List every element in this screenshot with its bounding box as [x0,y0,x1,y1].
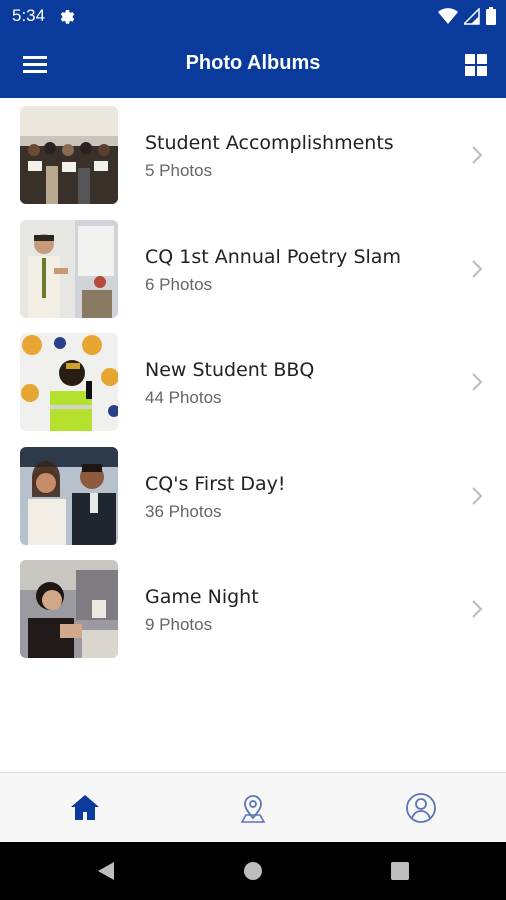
album-title: New Student BBQ [145,359,315,381]
signal-icon [464,7,480,25]
album-row-new-student-bbq[interactable]: New Student BBQ 44 Photos [0,325,506,439]
album-title: Game Night [145,586,259,608]
album-row-cq-first-day[interactable]: CQ's First Day! 36 Photos [0,439,506,553]
home-button-icon[interactable] [243,861,263,881]
album-row-game-night[interactable]: Game Night 9 Photos [0,552,506,666]
app-bar: Photo Albums [0,32,506,98]
album-photo-count: 5 Photos [145,161,213,180]
album-photo-count: 6 Photos [145,274,213,294]
settings-icon [60,9,75,24]
album-thumbnail [20,560,118,658]
album-row-poetry-slam[interactable]: CQ 1st Annual Poetry Slam 6 Photos [0,212,506,326]
profile-icon[interactable] [404,791,438,825]
album-title: CQ's First Day! [145,472,286,495]
recents-icon[interactable] [390,861,410,881]
home-icon[interactable] [68,791,102,825]
chevron-right-icon [472,146,483,164]
location-icon[interactable] [236,791,270,825]
album-title: CQ 1st Annual Poetry Slam [145,245,401,268]
album-photo-count: 44 Photos [145,388,222,407]
album-thumbnail [20,333,118,431]
album-thumbnail [20,446,118,545]
chevron-right-icon [472,600,483,618]
chevron-right-icon [472,486,483,505]
grid-view-icon[interactable] [464,53,488,77]
album-thumbnail [20,106,118,204]
wifi-icon [438,7,458,24]
chevron-right-icon [472,259,483,278]
album-photo-count: 36 Photos [145,501,222,521]
bottom-nav [0,772,506,842]
chevron-right-icon [472,373,483,391]
album-thumbnail [20,219,118,318]
battery-icon [486,7,496,25]
system-nav-bar [0,842,506,900]
status-time: 5:34 [12,6,46,25]
album-list: Student Accomplishments 5 Photos CQ 1st … [0,98,506,666]
status-icons [438,7,496,25]
album-title: Student Accomplishments [145,132,394,154]
album-row-student-accomplishments[interactable]: Student Accomplishments 5 Photos [0,98,506,212]
page-title: Photo Albums [185,52,321,74]
album-photo-count: 9 Photos [145,615,213,634]
status-bar: 5:34 [0,0,506,32]
back-icon[interactable] [96,861,116,881]
